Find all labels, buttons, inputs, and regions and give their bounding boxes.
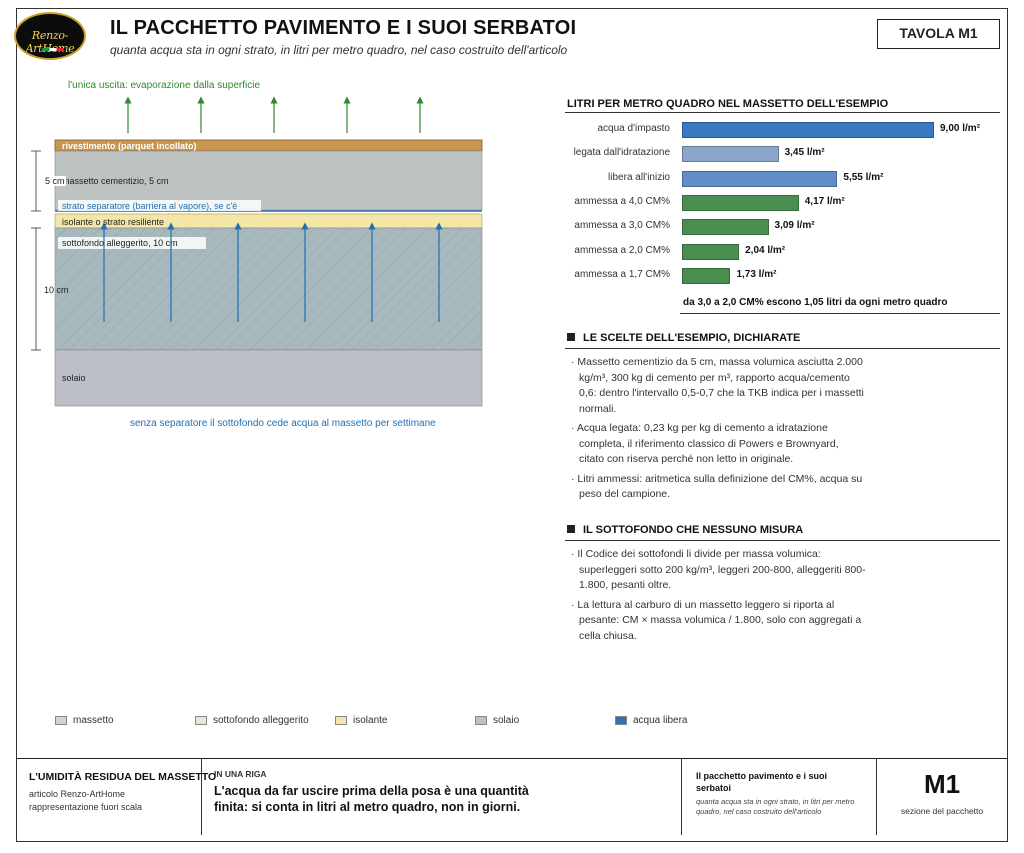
footer-sheet-subtitle: quanta acqua sta in ogni strato, in litr…: [696, 797, 855, 816]
bar-row: ammessa a 2,0 CM% 2,04 l/m²: [565, 243, 1005, 261]
legend-swatch: [475, 716, 487, 725]
square-bullet-icon: [567, 525, 575, 533]
footer-kicker: IN UNA RIGA: [214, 769, 267, 779]
chart-note-rule: [680, 313, 1000, 314]
scelte-heading: LE SCELTE DELL'ESEMPIO, DICHIARATE: [567, 332, 800, 344]
bar-row: ammessa a 4,0 CM% 4,17 l/m²: [565, 194, 1005, 212]
dimension-lines: [31, 150, 41, 351]
scelte-rule: [565, 348, 1000, 349]
chart-note: da 3,0 a 2,0 CM% escono 1,05 litri da og…: [683, 297, 948, 308]
bar: [682, 122, 934, 138]
footer-summary: L'acqua da far uscire prima della posa è…: [214, 784, 529, 814]
footer-article-source: articolo Renzo-ArtHome: [29, 789, 126, 799]
sottofondo-heading: IL SOTTOFONDO CHE NESSUNO MISURA: [567, 524, 803, 536]
sottofondo-rule: [565, 540, 1000, 541]
bar: [682, 170, 838, 187]
bar-category-label: legata dall'idratazione: [573, 147, 670, 159]
label-solaio: solaio: [62, 373, 86, 383]
label-massetto: massetto cementizio, 5 cm: [62, 176, 169, 186]
footer-divider: [681, 759, 682, 835]
scelte-list: · Massetto cementizio da 5 cm, massa vol…: [566, 355, 866, 507]
scelte-item: · Litri ammessi: aritmetica sulla defini…: [571, 472, 863, 501]
bar-value-label: 5,55 l/m²: [843, 171, 884, 183]
bar: [682, 219, 769, 236]
bar-category-label: ammessa a 2,0 CM%: [574, 244, 670, 256]
dimension-5cm: 5 cm: [44, 176, 66, 186]
dimension-10cm: 10 cm: [44, 285, 69, 295]
footer-scale-note: rappresentazione fuori scala: [29, 802, 143, 812]
bar-value-label: 2,04 l/m²: [745, 244, 786, 256]
sottofondo-title: IL SOTTOFONDO CHE NESSUNO MISURA: [583, 524, 804, 536]
footer-divider: [201, 759, 202, 835]
sottofondo-list: · Il Codice dei sottofondi li divide per…: [566, 547, 866, 648]
bar-category-label: ammessa a 1,7 CM%: [574, 268, 670, 280]
layer-solaio: [54, 349, 483, 407]
bar-row: ammessa a 1,7 CM% 1,73 l/m²: [565, 267, 1005, 285]
title-block: L'UMIDITÀ RESIDUA DEL MASSETTO articolo …: [16, 758, 1008, 835]
bar-category-label: ammessa a 3,0 CM%: [574, 220, 670, 232]
label-sottofondo: sottofondo alleggerito, 10 cm: [62, 238, 178, 248]
footer-sheet-caption: sezione del pacchetto: [900, 806, 984, 816]
bar-category-label: ammessa a 4,0 CM%: [574, 195, 670, 207]
scelte-title: LE SCELTE DELL'ESEMPIO, DICHIARATE: [583, 332, 801, 344]
footer-sheet-code: M1: [923, 769, 961, 799]
scelte-item: · Massetto cementizio da 5 cm, massa vol…: [571, 356, 864, 415]
bar-category-label: libera all'inizio: [608, 171, 670, 183]
bar-row: ammessa a 3,0 CM% 3,09 l/m²: [565, 218, 1005, 236]
evaporation-arrows: [124, 96, 424, 133]
square-bullet-icon: [567, 333, 575, 341]
bar: [682, 243, 740, 260]
separator-note: senza separatore il sottofondo cede acqu…: [130, 418, 436, 429]
bar-row: legata dall'idratazione 3,45 l/m²: [565, 145, 1005, 163]
chart-title-rule: [565, 112, 1000, 113]
sheet-number-box: TAVOLA M1: [877, 19, 1000, 49]
label-separatore: strato separatore (barriera al vapore), …: [62, 201, 238, 211]
chart-title: LITRI PER METRO QUADRO NEL MASSETTO DELL…: [567, 98, 889, 110]
bar-value-label: 1,73 l/m²: [736, 268, 777, 280]
bar-value-label: 3,09 l/m²: [774, 220, 815, 232]
bar-row: libera all'inizio 5,55 l/m²: [565, 170, 1005, 188]
legend-swatch: [195, 716, 207, 725]
legend-swatch: [335, 716, 347, 725]
bar-value-label: 4,17 l/m²: [804, 195, 845, 207]
bar-value-label: 9,00 l/m²: [940, 123, 981, 134]
label-rivestimento: rivestimento (parquet incollato): [62, 141, 197, 151]
footer-article-title: L'UMIDITÀ RESIDUA DEL MASSETTO: [29, 771, 217, 783]
sottofondo-item: · La lettura al carburo di un massetto l…: [571, 598, 862, 642]
bar: [682, 194, 799, 211]
floor-section-diagram: l'unica uscita: evaporazione dalla super…: [0, 0, 560, 440]
bar-category-label: acqua d'impasto: [597, 123, 670, 134]
sottofondo-item: · Il Codice dei sottofondi li divide per…: [571, 548, 866, 591]
legend-swatch: [615, 716, 627, 725]
bar-row: acqua d'impasto 9,00 l/m²: [565, 121, 1005, 139]
label-isolante: isolante o strato resiliente: [62, 217, 165, 227]
footer-sheet-title: Il pacchetto pavimento e i suoi serbatoi: [696, 771, 828, 793]
bar-value-label: 3,45 l/m²: [784, 147, 825, 159]
bar: [682, 146, 779, 163]
scelte-item: · Acqua legata: 0,23 kg per kg di cement…: [571, 422, 839, 465]
bar: [682, 267, 731, 284]
legend-swatch: [55, 716, 67, 725]
